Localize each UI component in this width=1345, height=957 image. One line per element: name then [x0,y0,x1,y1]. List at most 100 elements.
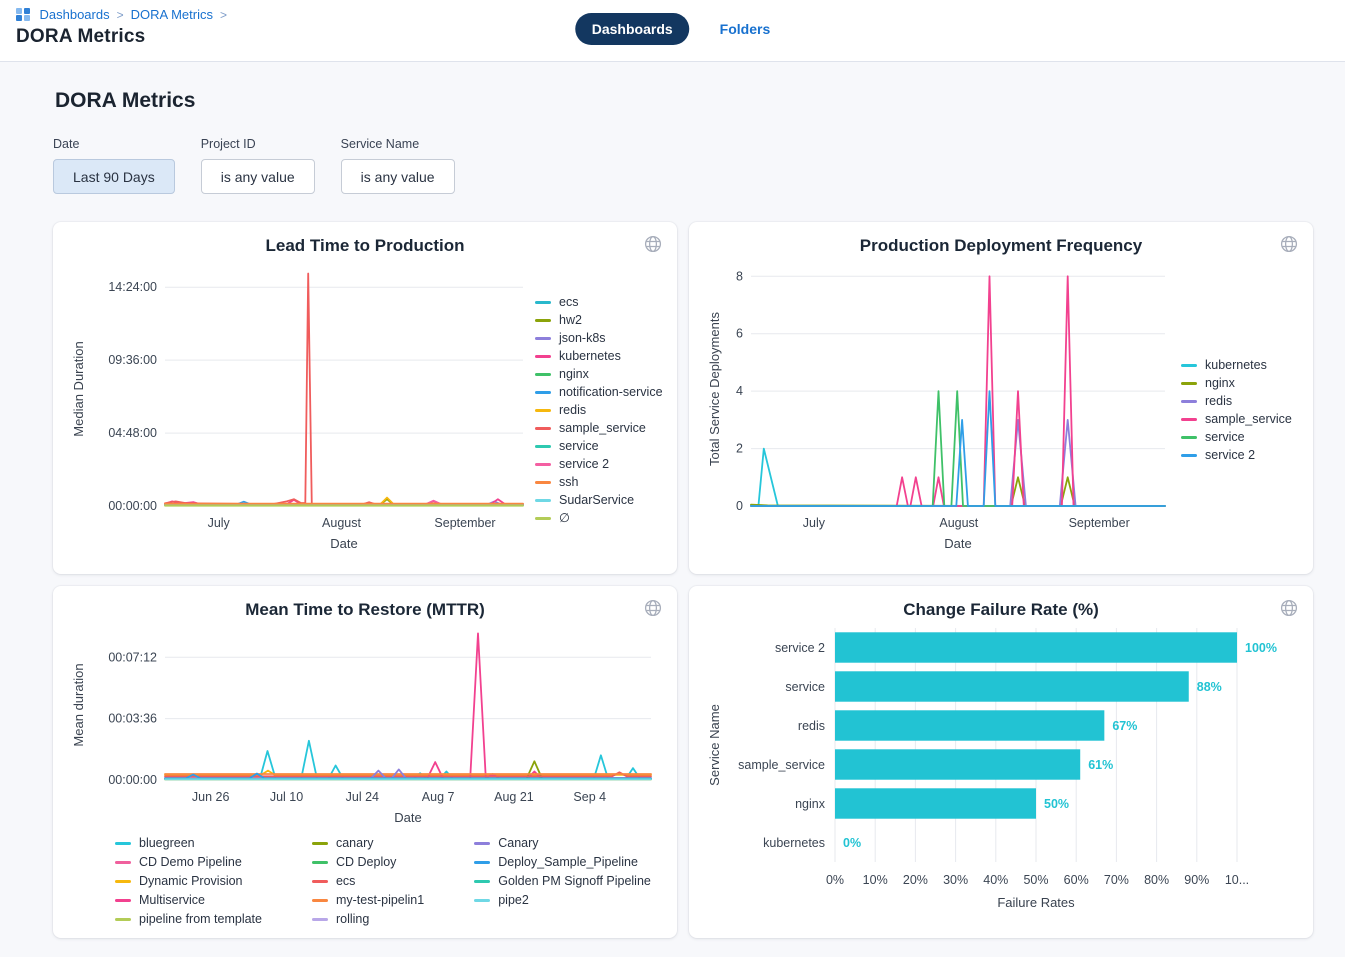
svg-text:August: August [939,516,978,530]
legend-item: service [1181,430,1297,444]
svg-text:Aug 7: Aug 7 [422,790,455,804]
legend-item: ∅ [535,511,663,525]
legend-item: service 2 [1181,448,1297,462]
legend-item: sample_service [1181,412,1297,426]
filter-project-id: Project ID is any value [201,137,315,194]
mttr-chart: 00:00:0000:03:3600:07:12Jun 26Jul 10Jul … [69,620,661,826]
svg-text:0: 0 [736,499,743,513]
deployment-frequency-card: Production Deployment Frequency 02468Jul… [689,222,1313,574]
breadcrumb-separator: > [117,8,124,22]
svg-text:00:00:00: 00:00:00 [108,773,157,787]
legend-column: bluegreenCD Demo PipelineDynamic Provisi… [115,836,262,926]
legend-label: ssh [559,475,578,489]
legend-swatch [535,499,551,502]
legend-swatch [535,337,551,340]
globe-icon[interactable] [644,599,662,617]
svg-text:service 2: service 2 [775,641,825,655]
filter-project-id-value-button[interactable]: is any value [201,159,315,194]
change-failure-rate-chart: 0%10%20%30%40%50%60%70%80%90%10...servic… [705,620,1297,920]
legend-swatch [1181,382,1197,385]
legend-swatch [474,861,490,864]
tab-folders[interactable]: Folders [720,21,771,37]
legend-item: service [535,439,663,453]
legend-swatch [115,880,131,883]
globe-icon[interactable] [1280,599,1298,617]
breadcrumb-link-dora-metrics[interactable]: DORA Metrics [131,7,213,22]
svg-text:60%: 60% [1064,873,1089,887]
svg-text:2: 2 [736,442,743,456]
legend-label: redis [1205,394,1232,408]
filter-date-value-button[interactable]: Last 90 Days [53,159,175,194]
svg-text:sample_service: sample_service [738,758,825,772]
legend-column: CanaryDeploy_Sample_PipelineGolden PM Si… [474,836,651,926]
legend-item: my-test-pipelin1 [312,893,424,907]
legend-label: json-k8s [559,331,606,345]
globe-icon[interactable] [1280,235,1298,253]
svg-text:09:36:00: 09:36:00 [108,353,157,367]
legend-label: ecs [336,874,355,888]
filter-date: Date Last 90 Days [53,137,175,194]
svg-text:61%: 61% [1088,758,1113,772]
svg-text:20%: 20% [903,873,928,887]
legend-swatch [535,355,551,358]
svg-text:6: 6 [736,327,743,341]
legend-item: Golden PM Signoff Pipeline [474,874,651,888]
legend-swatch [312,899,328,902]
legend-label: my-test-pipelin1 [336,893,424,907]
svg-text:00:07:12: 00:07:12 [108,650,157,664]
svg-text:88%: 88% [1197,680,1222,694]
legend-item: ecs [535,295,663,309]
legend-label: notification-service [559,385,663,399]
legend-swatch [1181,418,1197,421]
legend-item: nginx [535,367,663,381]
legend-swatch [312,861,328,864]
dashboard-content: DORA Metrics Date Last 90 Days Project I… [0,89,1345,938]
tab-dashboards[interactable]: Dashboards [575,13,690,45]
chart-title-deployment-frequency: Production Deployment Frequency [705,236,1297,256]
legend-label: service 2 [559,457,609,471]
mttr-legend: bluegreenCD Demo PipelineDynamic Provisi… [69,836,661,926]
chart-grid: Lead Time to Production 00:00:0004:48:00… [53,222,1313,938]
svg-text:kubernetes: kubernetes [763,836,825,850]
svg-text:redis: redis [798,719,825,733]
legend-label: sample_service [1205,412,1292,426]
svg-text:Sep 4: Sep 4 [573,790,606,804]
legend-label: rolling [336,912,369,926]
svg-text:90%: 90% [1184,873,1209,887]
svg-text:Median Duration: Median Duration [71,341,86,436]
legend-item: redis [1181,394,1297,408]
legend-label: Dynamic Provision [139,874,243,888]
legend-label: kubernetes [559,349,621,363]
svg-text:00:03:36: 00:03:36 [108,712,157,726]
breadcrumb-link-dashboards[interactable]: Dashboards [40,7,110,22]
legend-label: canary [336,836,374,850]
change-failure-rate-card: Change Failure Rate (%) 0%10%20%30%40%50… [689,586,1313,938]
filter-service-name-value-button[interactable]: is any value [341,159,455,194]
legend-item: Multiservice [115,893,262,907]
legend-label: Golden PM Signoff Pipeline [498,874,651,888]
svg-text:July: July [208,516,231,530]
legend-swatch [535,445,551,448]
chart-title-change-failure-rate: Change Failure Rate (%) [705,600,1297,620]
svg-text:04:48:00: 04:48:00 [108,426,157,440]
svg-text:Aug 21: Aug 21 [494,790,534,804]
legend-swatch [115,899,131,902]
legend-swatch [115,861,131,864]
legend-label: nginx [1205,376,1235,390]
legend-column: canaryCD Deployecsmy-test-pipelin1rollin… [312,836,424,926]
legend-item: redis [535,403,663,417]
legend-item: pipeline from template [115,912,262,926]
legend-item: hw2 [535,313,663,327]
svg-text:50%: 50% [1023,873,1048,887]
legend-swatch [474,842,490,845]
legend-item: service 2 [535,457,663,471]
legend-swatch [535,517,551,520]
svg-text:50%: 50% [1044,797,1069,811]
svg-text:8: 8 [736,269,743,283]
svg-text:Date: Date [330,536,357,551]
legend-label: hw2 [559,313,582,327]
legend-label: Canary [498,836,538,850]
filter-bar: Date Last 90 Days Project ID is any valu… [53,137,1313,194]
globe-icon[interactable] [644,235,662,253]
legend-swatch [1181,436,1197,439]
